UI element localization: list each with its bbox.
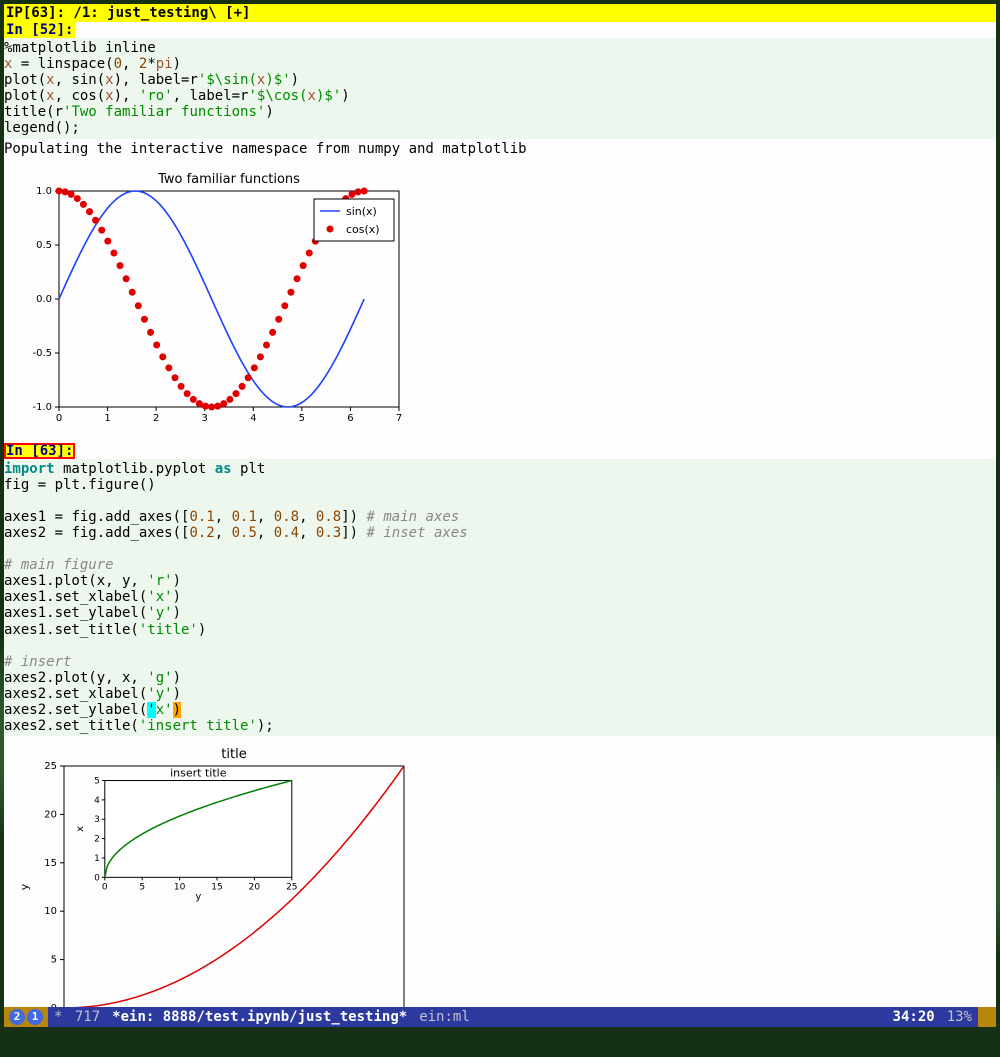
svg-text:0: 0 xyxy=(56,413,62,424)
svg-text:25: 25 xyxy=(44,761,57,772)
chart-two-familiar-functions: Two familiar functions 0 1 2 3 4 5 6 7 -1.0 -0.5 0.… xyxy=(14,169,404,429)
cell-1: In [52]: %matplotlib inline x = linspace… xyxy=(4,22,996,443)
chart-title-inset: titlexy0123450510152025insert titleyx051… xyxy=(14,746,414,1027)
modeline: 2 1 * 717 *ein: 8888/test.ipynb/just_tes… xyxy=(4,1007,996,1027)
buffer-content[interactable]: In [52]: %matplotlib inline x = linspace… xyxy=(4,22,996,1027)
win-index-a: 2 xyxy=(9,1009,25,1025)
svg-text:y: y xyxy=(195,891,201,902)
svg-text:4: 4 xyxy=(250,413,256,424)
modeline-badge: 2 1 xyxy=(4,1007,48,1027)
modified-flag: * 717 xyxy=(48,1007,106,1027)
window-titlebar[interactable]: IP[63]: /1: just_testing\ [+] xyxy=(4,4,996,22)
emacs-frame: IP[63]: /1: just_testing\ [+] In [52]: %… xyxy=(4,4,996,1027)
svg-text:0: 0 xyxy=(94,873,100,883)
svg-text:3: 3 xyxy=(94,815,100,825)
svg-text:sin(x): sin(x) xyxy=(346,205,377,218)
svg-text:7: 7 xyxy=(396,413,402,424)
svg-text:5: 5 xyxy=(94,777,100,787)
svg-text:-0.5: -0.5 xyxy=(32,348,52,359)
svg-text:10: 10 xyxy=(174,882,186,892)
svg-text:6: 6 xyxy=(347,413,353,424)
svg-text:10: 10 xyxy=(44,906,57,917)
svg-text:title: title xyxy=(221,747,246,762)
svg-text:1.0: 1.0 xyxy=(36,186,52,197)
code-block-2[interactable]: import matplotlib.pyplot as plt fig = pl… xyxy=(4,459,996,737)
svg-text:5: 5 xyxy=(139,882,145,892)
svg-text:5: 5 xyxy=(51,955,57,966)
svg-text:y: y xyxy=(18,883,31,890)
output-text-1: Populating the interactive namespace fro… xyxy=(4,139,996,159)
code-block-1[interactable]: %matplotlib inline x = linspace(0, 2*pi)… xyxy=(4,38,996,139)
svg-text:15: 15 xyxy=(44,858,57,869)
svg-text:20: 20 xyxy=(44,810,57,821)
svg-text:0.0: 0.0 xyxy=(36,294,52,305)
svg-text:4: 4 xyxy=(94,796,100,806)
plot-output-1: Two familiar functions 0 1 2 3 4 5 6 7 -1.0 -0.5 0.… xyxy=(4,159,996,443)
svg-text:1: 1 xyxy=(104,413,110,424)
svg-text:20: 20 xyxy=(249,882,261,892)
scroll-percent: 13% xyxy=(941,1007,978,1027)
svg-text:3: 3 xyxy=(202,413,208,424)
svg-text:-1.0: -1.0 xyxy=(32,402,52,413)
svg-text:15: 15 xyxy=(211,882,222,892)
svg-text:0.5: 0.5 xyxy=(36,240,52,251)
svg-text:0: 0 xyxy=(102,882,108,892)
cell-prompt-2: In [63]: xyxy=(4,443,75,459)
svg-text:cos(x): cos(x) xyxy=(346,223,380,236)
win-index-b: 1 xyxy=(27,1009,43,1025)
buffer-name[interactable]: *ein: 8888/test.ipynb/just_testing* xyxy=(106,1007,413,1027)
svg-text:25: 25 xyxy=(286,882,297,892)
cell-prompt-1: In [52]: xyxy=(4,22,75,38)
svg-text:insert title: insert title xyxy=(170,767,227,780)
svg-text:x: x xyxy=(75,826,86,832)
svg-text:5: 5 xyxy=(299,413,305,424)
cursor-position: 34:20 xyxy=(887,1007,941,1027)
major-mode: ein:ml xyxy=(413,1007,476,1027)
svg-text:2: 2 xyxy=(153,413,159,424)
plot-output-2: titlexy0123450510152025insert titleyx051… xyxy=(4,736,996,1027)
svg-text:2: 2 xyxy=(94,835,100,845)
svg-text:Two familiar functions: Two familiar functions xyxy=(157,172,300,187)
svg-text:1: 1 xyxy=(94,854,100,864)
cell-2: In [63]: import matplotlib.pyplot as plt… xyxy=(4,443,996,1027)
modeline-end-cap xyxy=(978,1007,996,1027)
